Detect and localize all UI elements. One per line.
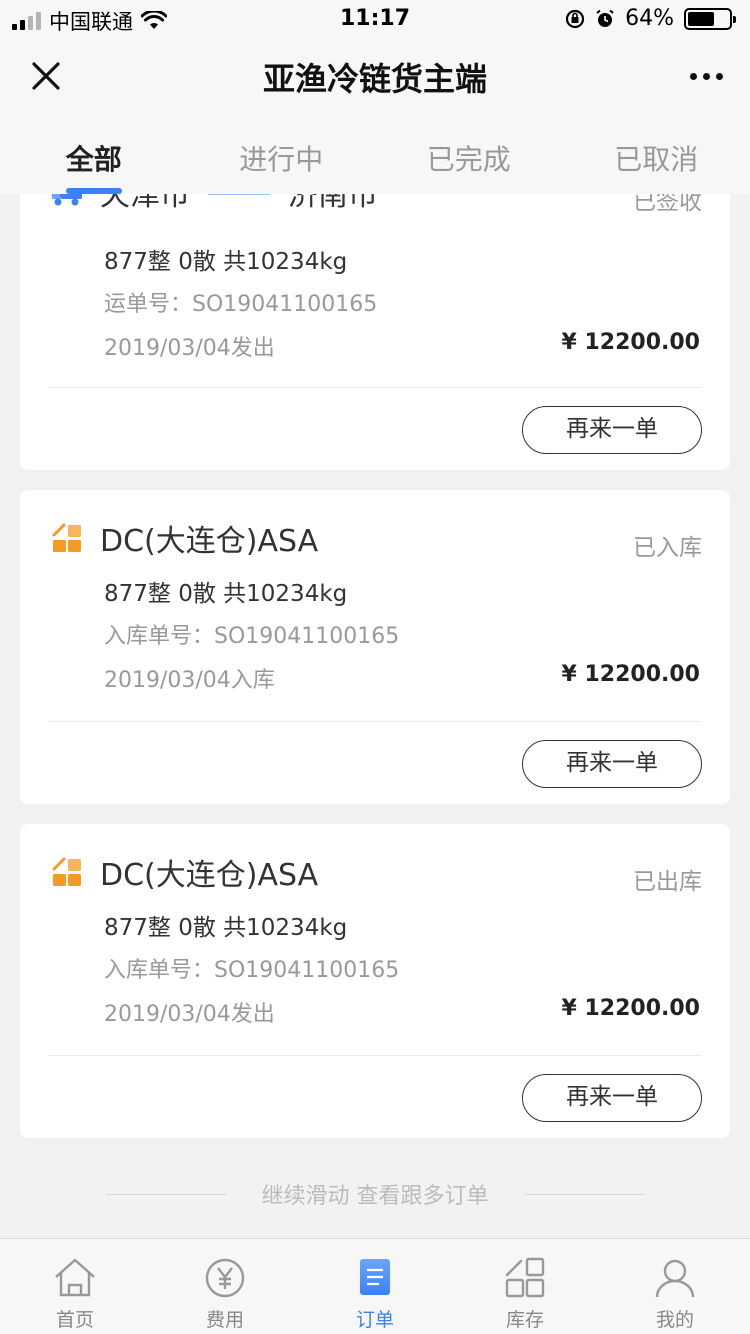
user-icon	[655, 1259, 695, 1298]
order-number: 入库单号：SO19041100165	[104, 624, 400, 649]
order-date: 2019/03/04发出	[104, 336, 275, 361]
battery-fill	[688, 11, 714, 26]
tab-in-progress[interactable]: 进行中	[188, 116, 376, 194]
more-icon[interactable]	[682, 60, 730, 92]
reorder-button[interactable]: 再来一单	[522, 406, 702, 454]
card-header: DC(大连仓)ASA	[50, 516, 318, 560]
page-title: 亚渔冷链货主端	[262, 60, 487, 98]
status-bar: 中国联通 11:17 64%	[0, 0, 750, 40]
tab-orders[interactable]: 订单	[300, 1239, 450, 1334]
status-right: 64%	[565, 6, 736, 31]
tab-completed[interactable]: 已完成	[375, 116, 563, 194]
divider	[48, 387, 702, 388]
reorder-button[interactable]: 再来一单	[522, 1074, 702, 1122]
tab-label: 费用	[205, 1309, 244, 1331]
status-badge: 已签收	[633, 194, 702, 215]
tab-label: 首页	[55, 1309, 94, 1331]
load-more-text: 继续滑动 查看跟多订单	[261, 1184, 489, 1209]
battery-icon	[684, 7, 736, 30]
tab-inventory[interactable]: 库存	[450, 1239, 600, 1334]
order-price: ¥ 12200.00	[561, 330, 700, 355]
order-card[interactable]: DC(大连仓)ASA 已出库 877整 0散 共10234kg 入库单号：SO1…	[20, 824, 730, 1138]
alarm-icon	[596, 9, 614, 27]
order-number: 入库单号：SO19041100165	[104, 958, 400, 983]
card-header: DC(大连仓)ASA	[50, 850, 318, 894]
origin-city: 天津市	[100, 194, 190, 213]
order-date: 2019/03/04发出	[104, 1002, 275, 1027]
route-arrow-icon	[208, 194, 270, 195]
order-list[interactable]: 天津市 济南市 已签收 877整 0散 共10234kg 运单号：SO19041…	[0, 194, 750, 1238]
quantity-text: 877整 0散 共10234kg	[104, 581, 348, 607]
divider	[48, 721, 702, 722]
order-price: ¥ 12200.00	[561, 996, 700, 1021]
order-number: 运单号：SO19041100165	[104, 292, 378, 317]
divider	[105, 1193, 226, 1195]
tab-label: 订单	[355, 1309, 394, 1331]
destination-city: 济南市	[288, 194, 378, 213]
quantity-text: 877整 0散 共10234kg	[104, 249, 348, 275]
divider	[524, 1193, 645, 1195]
quantity-text: 877整 0散 共10234kg	[104, 915, 348, 941]
status-badge: 已出库	[633, 869, 702, 895]
reorder-button[interactable]: 再来一单	[522, 740, 702, 788]
order-card[interactable]: 天津市 济南市 已签收 877整 0散 共10234kg 运单号：SO19041…	[20, 194, 730, 470]
tab-fees[interactable]: 费用	[150, 1239, 300, 1334]
order-icon	[360, 1259, 390, 1295]
tab-label: 我的	[655, 1309, 694, 1331]
order-tabs: 全部 进行中 已完成 已取消	[0, 116, 750, 194]
divider	[48, 1055, 702, 1056]
order-card[interactable]: DC(大连仓)ASA 已入库 877整 0散 共10234kg 入库单号：SO1…	[20, 490, 730, 804]
rotation-lock-icon	[565, 9, 585, 28]
nav-bar: 亚渔冷链货主端	[0, 40, 750, 116]
order-date: 2019/03/04入库	[104, 668, 275, 693]
tab-cancelled[interactable]: 已取消	[563, 116, 750, 194]
battery-percent: 64%	[625, 6, 674, 31]
warehouse-name: DC(大连仓)ASA	[100, 524, 319, 559]
tab-home[interactable]: 首页	[0, 1239, 150, 1334]
load-more-hint: 继续滑动 查看跟多订单	[0, 1178, 750, 1210]
card-header: 天津市 济南市	[50, 194, 378, 214]
tab-label: 库存	[505, 1309, 544, 1331]
warehouse-icon	[52, 857, 81, 886]
warehouse-icon	[52, 523, 81, 552]
order-price: ¥ 12200.00	[561, 662, 700, 687]
inventory-icon	[505, 1257, 545, 1298]
status-badge: 已入库	[633, 535, 702, 561]
tab-all[interactable]: 全部	[0, 116, 188, 194]
bottom-tab-bar: 首页 费用 订单 库存 我的	[0, 1238, 750, 1334]
truck-icon	[52, 194, 82, 206]
home-icon	[55, 1258, 95, 1297]
warehouse-name: DC(大连仓)ASA	[100, 858, 319, 893]
yen-icon	[205, 1258, 245, 1298]
tab-profile[interactable]: 我的	[600, 1239, 750, 1334]
